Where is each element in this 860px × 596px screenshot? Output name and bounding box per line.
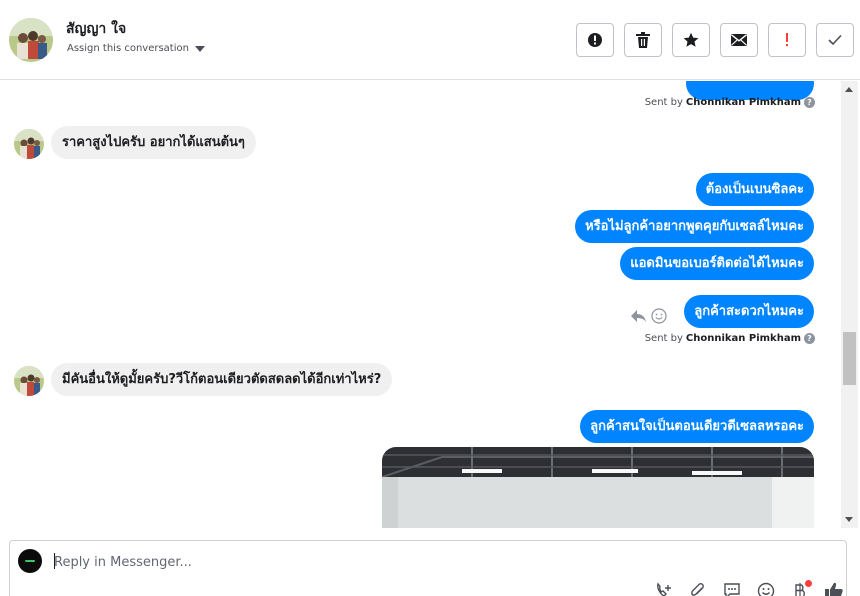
text-cursor (54, 553, 55, 569)
message-bubble-outgoing[interactable]: ต้องเป็นเบนซิลคะ (695, 173, 814, 206)
composer-area (0, 528, 860, 596)
sent-by-prefix: Sent by (644, 97, 683, 108)
like-icon (825, 582, 843, 596)
chevron-down-icon (194, 45, 205, 52)
thread-scrollbar[interactable] (841, 81, 858, 528)
conversation-header: สัญญา ใจ Assign this conversation (0, 0, 860, 80)
messenger-conversation: สัญญา ใจ Assign this conversation Sent b… (0, 0, 860, 596)
add-contact-icon (657, 582, 671, 596)
saved-replies-button[interactable] (722, 581, 742, 596)
trash-icon (636, 32, 650, 48)
contact-avatar-small[interactable] (14, 129, 44, 159)
checkmark-icon (828, 34, 842, 46)
message-actions (630, 308, 667, 324)
reply-composer (9, 540, 847, 596)
like-button[interactable] (824, 581, 844, 596)
page-avatar (18, 549, 42, 573)
emoji-button[interactable] (756, 581, 776, 596)
reply-icon[interactable] (630, 309, 647, 323)
message-bubble-outgoing[interactable]: หรือไม่ลูกค้าอยากพูดคุยกับเซลล์ไหมคะ (575, 210, 814, 243)
react-emoji-icon[interactable] (651, 308, 667, 324)
mark-done-button[interactable] (816, 23, 854, 57)
message-bubble-incoming[interactable]: มีคันอื่นให้ดูมั้ยครับ?วีโก้ตอนเดียวตัดส… (51, 363, 393, 396)
attachment-icon (691, 583, 704, 596)
add-contact-button[interactable] (654, 581, 674, 596)
report-spam-button[interactable] (576, 23, 614, 57)
sent-by-prefix: Sent by (644, 333, 683, 344)
scroll-up-icon[interactable] (845, 87, 853, 92)
sender-name[interactable]: Chonnikan Pimkham (686, 97, 801, 108)
sent-by-label: Sent by Chonnikan Pimkham ? (645, 333, 815, 344)
contact-avatar[interactable] (9, 18, 53, 62)
envelope-icon (731, 34, 747, 46)
assign-conversation-dropdown[interactable]: Assign this conversation (67, 43, 205, 54)
message-bubble-outgoing[interactable]: แอดมินขอเบอร์ติดต่อได้ไหมคะ (620, 247, 814, 280)
composer-toolbar (654, 580, 844, 596)
exclamation-circle-icon (588, 33, 602, 47)
delete-button[interactable] (624, 23, 662, 57)
contact-avatar-small[interactable] (14, 366, 44, 396)
star-button[interactable] (672, 23, 710, 57)
sender-name[interactable]: Chonnikan Pimkham (686, 333, 801, 344)
follow-up-button[interactable] (768, 23, 806, 57)
notification-dot (805, 580, 812, 587)
image-attachment[interactable] (382, 447, 814, 528)
message-bubble-outgoing[interactable]: ลูกค้าสะดวกไหมคะ (684, 295, 814, 328)
conversation-toolbar (576, 23, 854, 57)
reply-input[interactable] (54, 551, 754, 573)
payment-button[interactable] (790, 580, 812, 596)
message-thread[interactable]: Sent by Chonnikan Pimkham ? ราคาสูงไปครั… (0, 81, 841, 528)
attachment-button[interactable] (688, 581, 708, 596)
assign-label: Assign this conversation (67, 43, 189, 54)
star-icon (683, 32, 699, 47)
question-mark-icon[interactable]: ? (804, 97, 815, 108)
emoji-icon (757, 582, 775, 596)
message-bubble-incoming[interactable]: ราคาสูงไปครับ อยากได้แสนต้นๆ (51, 126, 256, 159)
message-bubble-outgoing[interactable]: ลูกค้าสนใจเป็นตอนเดียวดีเซลลหรอคะ (580, 410, 814, 443)
saved-replies-icon (724, 583, 740, 596)
contact-name[interactable]: สัญญา ใจ (66, 18, 126, 40)
scroll-down-icon[interactable] (845, 517, 853, 522)
mark-unread-button[interactable] (720, 23, 758, 57)
question-mark-icon[interactable]: ? (804, 333, 815, 344)
sent-by-label: Sent by Chonnikan Pimkham ? (645, 97, 815, 108)
red-exclamation-icon (786, 33, 788, 47)
scrollbar-thumb[interactable] (843, 332, 856, 385)
